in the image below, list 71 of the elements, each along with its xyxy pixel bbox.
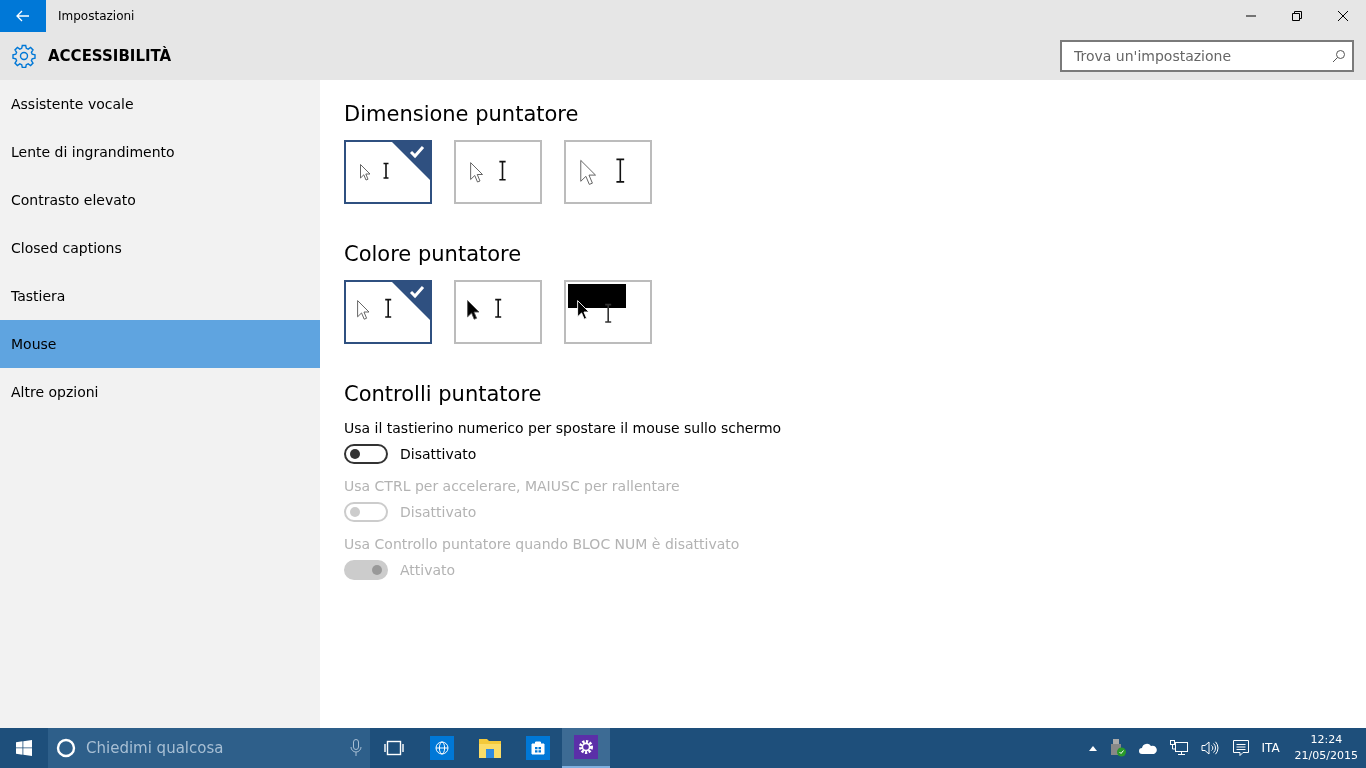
sidebar-item[interactable]: Closed captions bbox=[0, 224, 320, 272]
task-view-icon bbox=[383, 740, 405, 756]
pointer-option[interactable] bbox=[344, 280, 432, 344]
network-button[interactable] bbox=[1168, 740, 1191, 756]
arrow-pointer-icon bbox=[357, 300, 370, 320]
section-heading: Controlli puntatore bbox=[344, 382, 543, 406]
taskbar-search-input[interactable]: Chiedimi qualcosa bbox=[84, 738, 350, 758]
cloud-button[interactable] bbox=[1137, 742, 1160, 754]
windows-logo-icon bbox=[16, 740, 32, 756]
network-icon bbox=[1170, 740, 1189, 756]
sidebar-item[interactable]: Contrasto elevato bbox=[0, 176, 320, 224]
pointer-option[interactable] bbox=[454, 280, 542, 344]
arrow-pointer-icon bbox=[467, 300, 480, 320]
text-cursor-icon bbox=[498, 160, 507, 181]
speaker-icon bbox=[1201, 741, 1220, 755]
globe-icon bbox=[430, 736, 454, 760]
gear-icon bbox=[574, 735, 598, 759]
text-cursor-icon bbox=[382, 162, 390, 179]
gear-icon bbox=[12, 44, 36, 68]
arrow-pointer-icon bbox=[470, 162, 483, 183]
selected-check-icon bbox=[392, 282, 430, 320]
circle-icon bbox=[56, 738, 76, 758]
shopping-bag-icon bbox=[526, 736, 550, 760]
show-hidden-icons-icon bbox=[1089, 745, 1098, 751]
clock-time: 12:24 bbox=[1310, 732, 1343, 748]
page-heading: ACCESSIBILITÀ bbox=[48, 47, 173, 65]
restore-icon bbox=[1292, 11, 1302, 21]
taskbar-app-button[interactable] bbox=[562, 728, 610, 768]
pointer-option[interactable] bbox=[344, 140, 432, 204]
search-field[interactable]: Trova un'impostazione bbox=[1060, 40, 1354, 72]
search-input[interactable]: Trova un'impostazione bbox=[1072, 47, 1332, 65]
setting-label: Usa CTRL per accelerare, MAIUSC per rallentare bbox=[344, 478, 681, 494]
text-cursor-icon bbox=[494, 298, 502, 318]
speaker-button[interactable] bbox=[1199, 741, 1222, 755]
sidebar-item[interactable]: Assistente vocale bbox=[0, 80, 320, 128]
close-icon bbox=[1338, 11, 1348, 21]
text-cursor-icon bbox=[384, 298, 392, 318]
toggle-state: Disattivato bbox=[400, 446, 477, 462]
search-icon bbox=[1332, 49, 1346, 63]
clock-date: 21/05/2015 bbox=[1294, 748, 1358, 764]
sidebar-item[interactable]: Altre opzioni bbox=[0, 368, 320, 416]
inverted-area-drawing bbox=[568, 284, 626, 308]
cloud-icon bbox=[1139, 742, 1158, 754]
setting-label: Usa il tastierino numerico per spostare il mouse sullo schermo bbox=[344, 420, 783, 436]
text-cursor-icon bbox=[615, 158, 625, 183]
selected-check-icon bbox=[392, 142, 430, 180]
pointer-option[interactable] bbox=[564, 280, 652, 344]
toggle-state: Attivato bbox=[400, 562, 456, 578]
section-heading: Dimensione puntatore bbox=[344, 102, 580, 126]
window-title: Impostazioni bbox=[58, 9, 136, 23]
notification-icon bbox=[1232, 739, 1251, 757]
arrow-pointer-icon bbox=[577, 300, 590, 320]
show-hidden-buttons-icon[interactable] bbox=[1087, 745, 1100, 751]
sidebar-item[interactable]: Lente di ingrandimento bbox=[0, 128, 320, 176]
device-check-button[interactable] bbox=[1108, 739, 1129, 757]
toggle-switch[interactable] bbox=[344, 444, 388, 464]
folder-icon bbox=[478, 737, 502, 759]
toggle-state: Disattivato bbox=[400, 504, 477, 520]
arrow-pointer-icon bbox=[360, 164, 371, 181]
sidebar-item[interactable]: Tastiera bbox=[0, 272, 320, 320]
sidebar-item[interactable]: Mouse bbox=[0, 320, 320, 368]
taskbar-search-field[interactable]: Chiedimi qualcosa bbox=[48, 728, 370, 768]
back-arrow-icon bbox=[16, 10, 30, 22]
microphone-icon bbox=[350, 739, 362, 757]
text-cursor-icon bbox=[604, 303, 612, 323]
language-indicator[interactable]: ITA bbox=[1261, 741, 1280, 755]
device-check-icon bbox=[1110, 739, 1127, 757]
section-heading: Colore puntatore bbox=[344, 242, 523, 266]
arrow-pointer-icon bbox=[580, 159, 596, 185]
back-button[interactable] bbox=[0, 0, 46, 32]
setting-label: Usa Controllo puntatore quando BLOC NUM è disattivato bbox=[344, 536, 741, 552]
